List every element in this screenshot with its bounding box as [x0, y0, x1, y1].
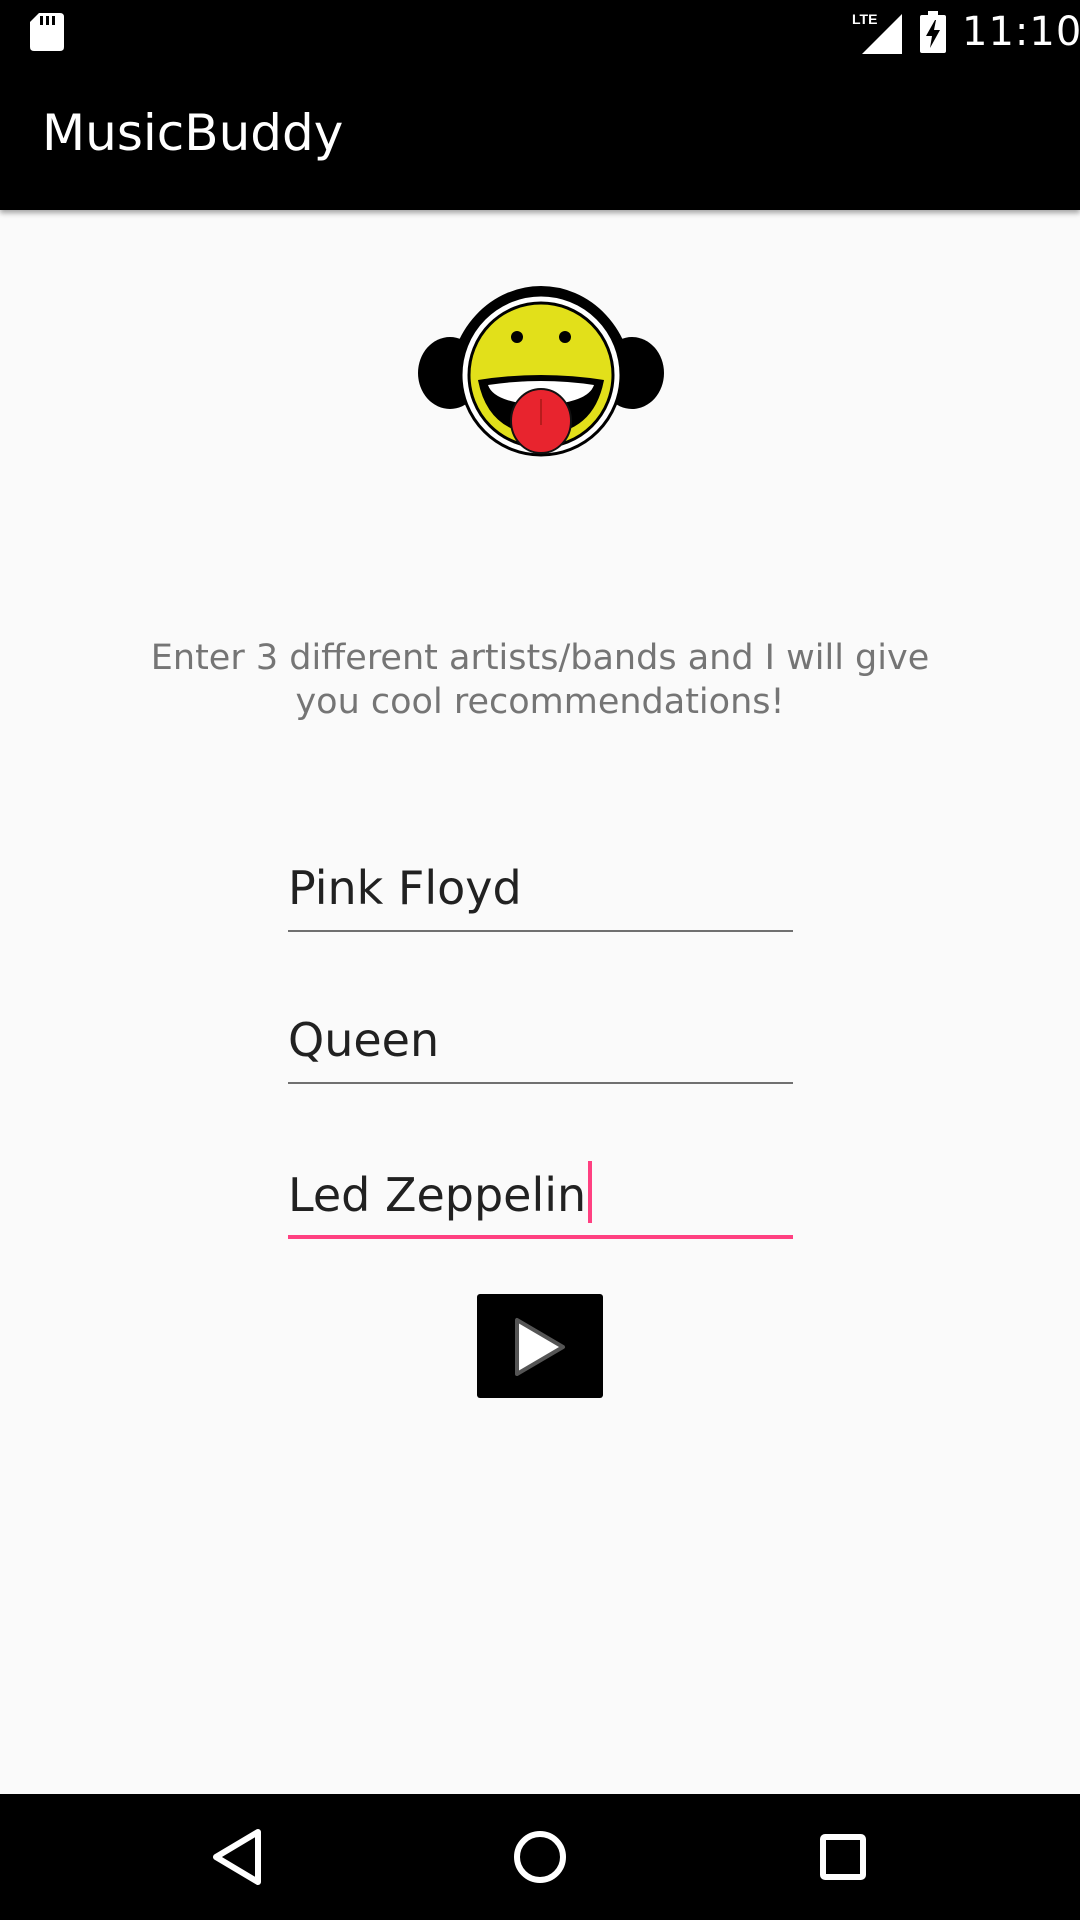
- play-icon: [515, 1318, 565, 1376]
- artist-input-3[interactable]: Led Zeppelin: [288, 1159, 793, 1239]
- recents-icon[interactable]: [810, 1824, 876, 1890]
- svg-text:LTE: LTE: [852, 11, 877, 27]
- text-cursor: [588, 1161, 593, 1223]
- home-icon[interactable]: [507, 1824, 573, 1890]
- instructions-text: Enter 3 different artists/bands and I wi…: [150, 638, 930, 722]
- artist-input-2-underline: [288, 1082, 793, 1084]
- artist-input-2[interactable]: Queen: [288, 1004, 793, 1084]
- artist-input-1-underline: [288, 930, 793, 932]
- back-icon[interactable]: [204, 1824, 270, 1890]
- status-bar: LTE 11:10: [0, 0, 1080, 63]
- artist-input-3-underline: [288, 1235, 793, 1239]
- battery-charging-icon: [920, 11, 946, 53]
- artist-input-2-value: Queen: [288, 1013, 440, 1067]
- sd-card-icon: [30, 13, 64, 51]
- lte-signal-icon: LTE: [852, 11, 902, 54]
- artist-input-3-value-wrap: Led Zeppelin: [288, 1161, 593, 1223]
- submit-play-button[interactable]: [477, 1294, 603, 1398]
- artist-input-3-value: Led Zeppelin: [288, 1168, 587, 1222]
- navigation-bar: [0, 1794, 1080, 1920]
- app-title: MusicBuddy: [42, 104, 344, 162]
- artist-input-1[interactable]: Pink Floyd: [288, 852, 793, 932]
- status-clock: 11:10: [962, 9, 1080, 55]
- app-bar: MusicBuddy: [0, 63, 1080, 210]
- smiley-headphones-logo: [418, 286, 664, 457]
- artist-input-1-value: Pink Floyd: [288, 861, 522, 915]
